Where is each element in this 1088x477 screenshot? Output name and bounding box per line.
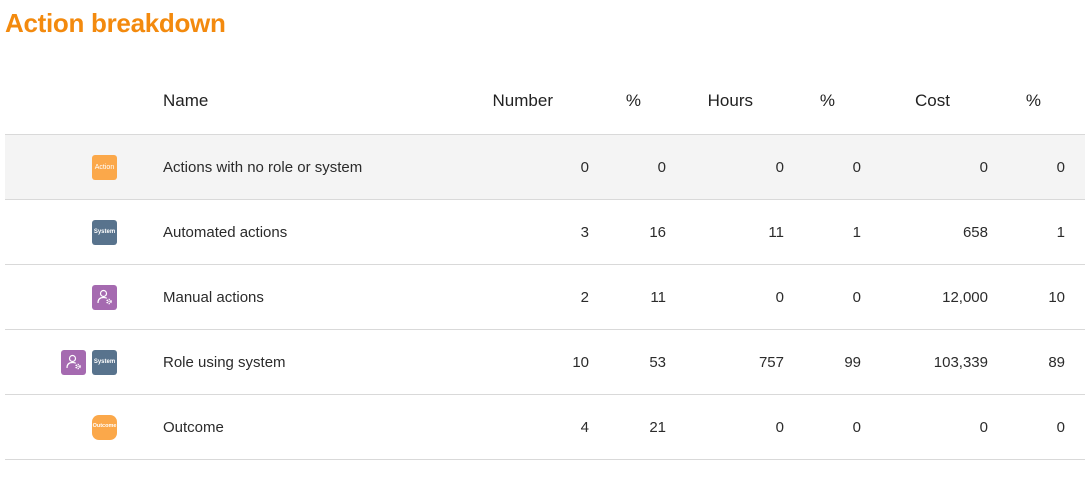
row-hours-percent: 0	[852, 418, 861, 436]
column-header-number-percent: %	[625, 90, 641, 110]
row-icons: Action	[5, 135, 117, 199]
row-hours-percent: 1	[852, 223, 861, 241]
page-title: Action breakdown	[5, 8, 226, 38]
row-cost-percent: 89	[1048, 353, 1065, 371]
row-name: Role using system	[163, 353, 286, 371]
row-number: 4	[580, 418, 589, 436]
row-cost: 658	[962, 223, 988, 241]
outcome-badge-icon: Outcome	[92, 414, 117, 440]
row-hours-percent: 0	[852, 158, 861, 176]
row-cost-percent: 10	[1048, 288, 1065, 306]
row-hours-percent: 99	[844, 353, 861, 371]
row-icons: System	[5, 200, 117, 264]
row-hours: 11	[768, 223, 784, 241]
table-row[interactable]: Manual actions 2 11 0 0 12,000 10	[5, 265, 1085, 330]
row-cost: 0	[979, 158, 988, 176]
row-hours: 0	[775, 288, 784, 306]
row-cost: 0	[979, 418, 988, 436]
row-hours: 0	[775, 418, 784, 436]
column-header-hours-percent: %	[819, 90, 835, 110]
row-cost: 103,339	[933, 353, 988, 371]
table-row[interactable]: Action Actions with no role or system 0 …	[5, 135, 1085, 200]
system-badge-icon: System	[92, 349, 117, 375]
column-header-name: Name	[163, 90, 209, 110]
row-name: Automated actions	[163, 223, 288, 241]
row-hours: 757	[758, 353, 784, 371]
role-icon	[92, 284, 117, 310]
row-hours: 0	[775, 158, 784, 176]
table-row[interactable]: Outcome Outcome 4 21 0 0 0 0	[5, 395, 1085, 460]
row-cost-percent: 0	[1056, 158, 1065, 176]
row-icons	[5, 265, 117, 329]
action-breakdown-table: Name Number % Hours % Cost % Action Acti…	[5, 67, 1085, 460]
row-name: Actions with no role or system	[163, 158, 363, 176]
action-breakdown-page: Action breakdown Name Number % Hours % C…	[0, 0, 1088, 477]
column-header-number: Number	[492, 90, 553, 110]
row-name: Manual actions	[163, 288, 264, 306]
column-header-cost-percent: %	[1025, 90, 1041, 110]
row-cost: 12,000	[942, 288, 988, 306]
row-icons: Outcome	[5, 395, 117, 459]
column-header-hours: Hours	[707, 90, 753, 110]
row-icons: System	[5, 330, 117, 394]
row-number: 2	[580, 288, 589, 306]
row-number: 10	[572, 353, 589, 371]
role-icon	[61, 349, 86, 375]
table-row[interactable]: System Role using system 10 53 757 99 10…	[5, 330, 1085, 395]
row-hours-percent: 0	[852, 288, 861, 306]
action-badge-icon: Action	[92, 154, 117, 180]
row-cost-percent: 1	[1056, 223, 1065, 241]
row-number: 3	[580, 223, 589, 241]
system-badge-icon: System	[92, 219, 117, 245]
row-name: Outcome	[163, 418, 224, 436]
row-cost-percent: 0	[1056, 418, 1065, 436]
table-row[interactable]: System Automated actions 3 16 11 1 658 1	[5, 200, 1085, 265]
row-number: 0	[580, 158, 589, 176]
column-header-cost: Cost	[915, 90, 950, 110]
table-header: Name Number % Hours % Cost %	[5, 67, 1085, 135]
